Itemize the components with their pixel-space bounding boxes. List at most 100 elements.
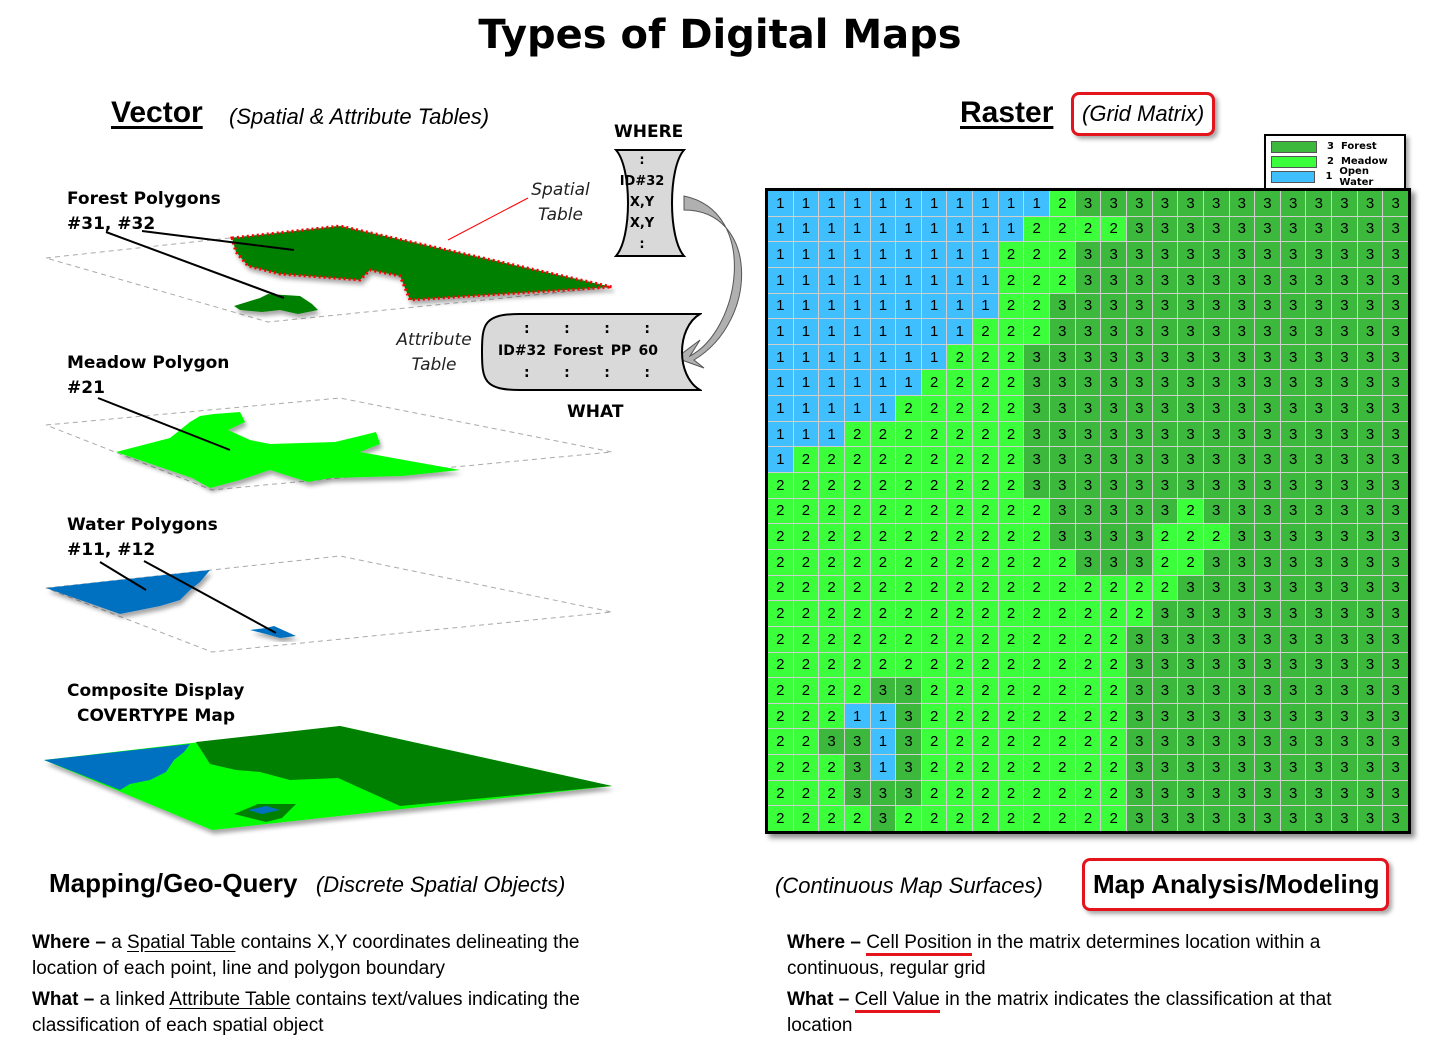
grid-cell: 3 [1229, 191, 1255, 216]
legend-value: 2 [1327, 156, 1334, 167]
grid-cell: 1 [896, 216, 921, 242]
grid-cell: 2 [1024, 780, 1050, 806]
grid-cell: 1 [768, 344, 793, 370]
grid-cell: 3 [1306, 678, 1332, 703]
grid-cell: 3 [1203, 601, 1229, 626]
grid-cell: 3 [1152, 703, 1178, 729]
grid-cell: 3 [1255, 191, 1280, 216]
grid-cell: 1 [819, 396, 844, 421]
grid-cell: 2 [1024, 242, 1050, 267]
grid-cell: 2 [793, 524, 819, 549]
grid-cell: 2 [768, 473, 793, 498]
grid-cell: 3 [1383, 780, 1408, 806]
grid-cell: 3 [1280, 703, 1306, 729]
grid-cell: 3 [1126, 370, 1152, 396]
grid-cell: 3 [1075, 447, 1101, 473]
meadow-layer [45, 397, 613, 491]
text-span [849, 989, 854, 1010]
grid-cell: 2 [870, 652, 896, 678]
grid-cell: 3 [1280, 601, 1306, 626]
grid-cell: 3 [1024, 370, 1050, 396]
grid-cell: 2 [1024, 755, 1050, 780]
grid-cell: 2 [768, 601, 793, 626]
grid-cell: 1 [947, 242, 973, 267]
grid-cell: 2 [998, 319, 1024, 344]
grid-cell: 3 [896, 703, 921, 729]
grid-cell: 2 [1075, 626, 1101, 652]
grid-cell: 1 [947, 267, 973, 293]
grid-cell: 2 [768, 806, 793, 831]
grid-cell: 3 [1178, 601, 1203, 626]
grid-cell: 3 [1229, 626, 1255, 652]
grid-cell: 2 [998, 678, 1024, 703]
grid-cell: 3 [1383, 755, 1408, 780]
grid-cell: 2 [870, 498, 896, 524]
grid-cell: 2 [1075, 216, 1101, 242]
grid-cell: 2 [1075, 729, 1101, 755]
grid-cell: 1 [947, 293, 973, 319]
grid-cell: 3 [1255, 755, 1280, 780]
grid-cell: 2 [768, 626, 793, 652]
grid-cell: 1 [870, 729, 896, 755]
grid-cell: 3 [1357, 242, 1383, 267]
grid-cell: 1 [947, 191, 973, 216]
what-lead: What – [32, 989, 95, 1010]
grid-cell: 1 [921, 191, 947, 216]
grid-cell: 1 [768, 447, 793, 473]
grid-cell: 1 [947, 216, 973, 242]
grid-cell: 3 [1229, 421, 1255, 447]
grid-cell: 3 [1203, 267, 1229, 293]
composite-map [44, 726, 612, 830]
grid-cell: 3 [1152, 447, 1178, 473]
grid-cell: 2 [1101, 678, 1126, 703]
grid-cell: 3 [1383, 703, 1408, 729]
grid-cell: 2 [793, 601, 819, 626]
grid-cell: 3 [1050, 344, 1075, 370]
grid-cell: 2 [921, 703, 947, 729]
grid-cell: 2 [1024, 267, 1050, 293]
grid-cell: 2 [844, 447, 870, 473]
grid-cell: 2 [1075, 678, 1101, 703]
grid-cell: 2 [973, 780, 998, 806]
grid-cell: 3 [1178, 370, 1203, 396]
grid-cell: 2 [793, 678, 819, 703]
grid-cell: 2 [844, 806, 870, 831]
grid-cell: 3 [1229, 652, 1255, 678]
grid-cell: 1 [870, 216, 896, 242]
grid-cell: 1 [870, 267, 896, 293]
grid-cell: 2 [973, 370, 998, 396]
grid-cell: 2 [1075, 703, 1101, 729]
grid-cell: 2 [819, 652, 844, 678]
grid-cell: 3 [1101, 396, 1126, 421]
attribute-table-rows: : : : : ID#32 Forest PP 60 : : : : [498, 318, 658, 384]
grid-cell: 1 [819, 344, 844, 370]
what-label: WHAT [567, 402, 624, 422]
grid-cell: 3 [1332, 806, 1357, 831]
grid-cell: 3 [1306, 703, 1332, 729]
grid-cell: 3 [1101, 267, 1126, 293]
grid-cell: 2 [947, 447, 973, 473]
grid-cell: 2 [793, 498, 819, 524]
legend-value: 1 [1325, 171, 1333, 182]
grid-cell: 3 [1178, 242, 1203, 267]
grid-cell: 2 [998, 652, 1024, 678]
grid-cell: 3 [1306, 319, 1332, 344]
grid-cell: 3 [1075, 267, 1101, 293]
grid-cell: 3 [1332, 447, 1357, 473]
grid-cell: 3 [1332, 575, 1357, 601]
grid-cell: 2 [844, 549, 870, 575]
grid-cell: 2 [1101, 626, 1126, 652]
grid-cell: 3 [1332, 421, 1357, 447]
grid-cell: 2 [1050, 806, 1075, 831]
grid-cell: 3 [1203, 703, 1229, 729]
attribute-cell: 60 [638, 343, 658, 359]
grid-cell: 1 [793, 421, 819, 447]
grid-cell: 3 [1024, 447, 1050, 473]
grid-cell: 2 [793, 447, 819, 473]
grid-cell: 2 [1050, 191, 1075, 216]
grid-cell: 2 [1050, 755, 1075, 780]
grid-cell: 2 [1050, 549, 1075, 575]
grid-cell: 3 [1126, 216, 1152, 242]
grid-cell: 3 [1229, 575, 1255, 601]
grid-cell: 3 [1126, 652, 1152, 678]
